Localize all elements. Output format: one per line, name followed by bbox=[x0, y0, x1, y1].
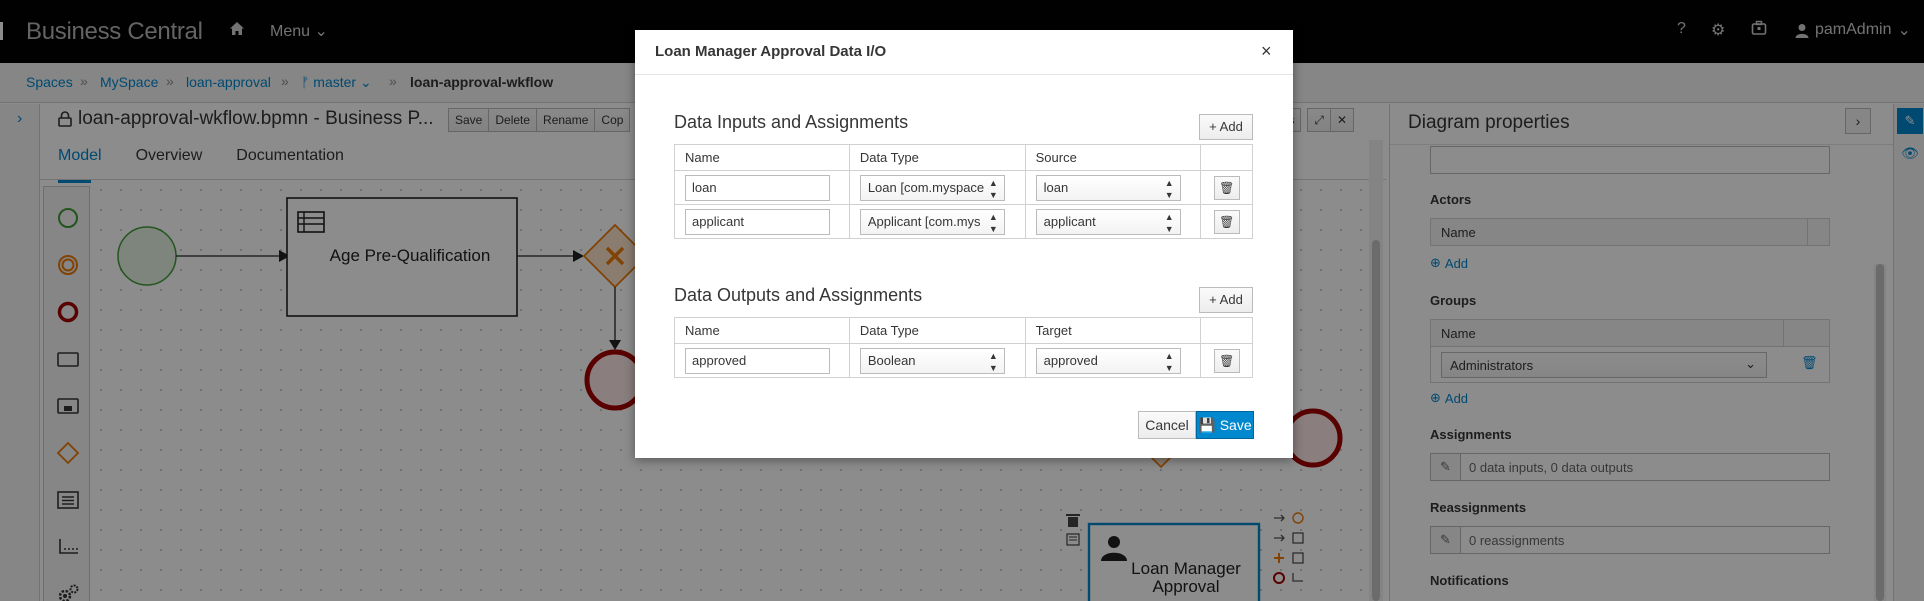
input-source-value: applicant bbox=[1043, 213, 1096, 229]
modal-title: Loan Manager Approval Data I/O bbox=[655, 43, 887, 60]
output-name-field[interactable]: approved bbox=[685, 347, 830, 374]
inputs-action-header bbox=[1200, 144, 1253, 171]
cancel-button[interactable]: Cancel bbox=[1138, 411, 1196, 439]
output-target-value: approved bbox=[1043, 352, 1098, 368]
add-output-button[interactable]: + Add bbox=[1199, 287, 1253, 313]
outputs-target-header: Target bbox=[1024, 317, 1202, 344]
close-icon[interactable]: × bbox=[1261, 41, 1272, 62]
select-arrows-icon: ▲ ▼ bbox=[1164, 350, 1174, 373]
input-type-select[interactable]: Applicant [com.mys ▲ ▼ bbox=[859, 208, 1005, 235]
select-arrows-icon: ▲ ▼ bbox=[1164, 211, 1174, 234]
inputs-source-header: Source bbox=[1024, 144, 1202, 171]
input-type-value: Loan [com.myspace bbox=[867, 179, 985, 195]
table-row: applicant Applicant [com.mys ▲ ▼ applicant… bbox=[674, 204, 1253, 239]
table-header-row: Name Data Type Source bbox=[674, 144, 1253, 171]
select-arrows-icon: ▲ ▼ bbox=[1164, 177, 1174, 200]
output-type-value: Boolean bbox=[867, 352, 916, 368]
save-button[interactable]: 💾 Save bbox=[1196, 411, 1254, 439]
save-label: Save bbox=[1219, 417, 1252, 433]
outputs-type-header: Data Type bbox=[848, 317, 1026, 344]
input-source-select[interactable]: applicant ▲ ▼ bbox=[1035, 208, 1181, 235]
table-row: loan Loan [com.myspace ▲ ▼ loan ▲ ▼ 🗑 bbox=[674, 170, 1253, 205]
outputs-name-header: Name bbox=[674, 317, 850, 344]
inputs-section-title: Data Inputs and Assignments bbox=[674, 112, 909, 132]
add-output-label: Add bbox=[1219, 292, 1243, 307]
add-input-button[interactable]: + Add bbox=[1199, 114, 1253, 140]
input-type-select[interactable]: Loan [com.myspace ▲ ▼ bbox=[859, 174, 1005, 201]
trash-icon[interactable]: 🗑 bbox=[1213, 348, 1240, 373]
input-source-select[interactable]: loan ▲ ▼ bbox=[1035, 174, 1181, 201]
input-type-value: Applicant [com.mys bbox=[867, 213, 981, 229]
output-target-select[interactable]: approved ▲ ▼ bbox=[1035, 347, 1181, 374]
table-header-row: Name Data Type Target bbox=[674, 317, 1253, 344]
outputs-action-header bbox=[1200, 317, 1253, 344]
trash-icon[interactable]: 🗑 bbox=[1213, 175, 1240, 200]
plus-icon: + bbox=[1209, 292, 1217, 307]
inputs-table: Name Data Type Source loan Loan [com.mys… bbox=[674, 144, 1253, 239]
add-input-label: Add bbox=[1219, 119, 1243, 134]
outputs-section-title: Data Outputs and Assignments bbox=[674, 285, 923, 305]
data-io-modal: Loan Manager Approval Data I/O × Data In… bbox=[635, 30, 1293, 458]
input-name-field[interactable]: applicant bbox=[685, 208, 830, 235]
table-row: approved Boolean ▲ ▼ approved ▲ ▼ 🗑 bbox=[674, 343, 1253, 378]
select-arrows-icon: ▲ ▼ bbox=[988, 211, 998, 234]
modal-header: Loan Manager Approval Data I/O × bbox=[635, 30, 1293, 75]
save-icon: 💾 bbox=[1198, 417, 1216, 433]
outputs-table: Name Data Type Target approved Boolean ▲ ▼… bbox=[674, 317, 1253, 378]
output-type-select[interactable]: Boolean ▲ ▼ bbox=[859, 347, 1005, 374]
select-arrows-icon: ▲ ▼ bbox=[988, 350, 998, 373]
inputs-type-header: Data Type bbox=[848, 144, 1026, 171]
select-arrows-icon: ▲ ▼ bbox=[988, 177, 998, 200]
inputs-name-header: Name bbox=[674, 144, 850, 171]
trash-icon[interactable]: 🗑 bbox=[1213, 209, 1240, 234]
plus-icon: + bbox=[1209, 119, 1217, 134]
input-source-value: loan bbox=[1043, 179, 1069, 195]
input-name-field[interactable]: loan bbox=[685, 174, 830, 201]
